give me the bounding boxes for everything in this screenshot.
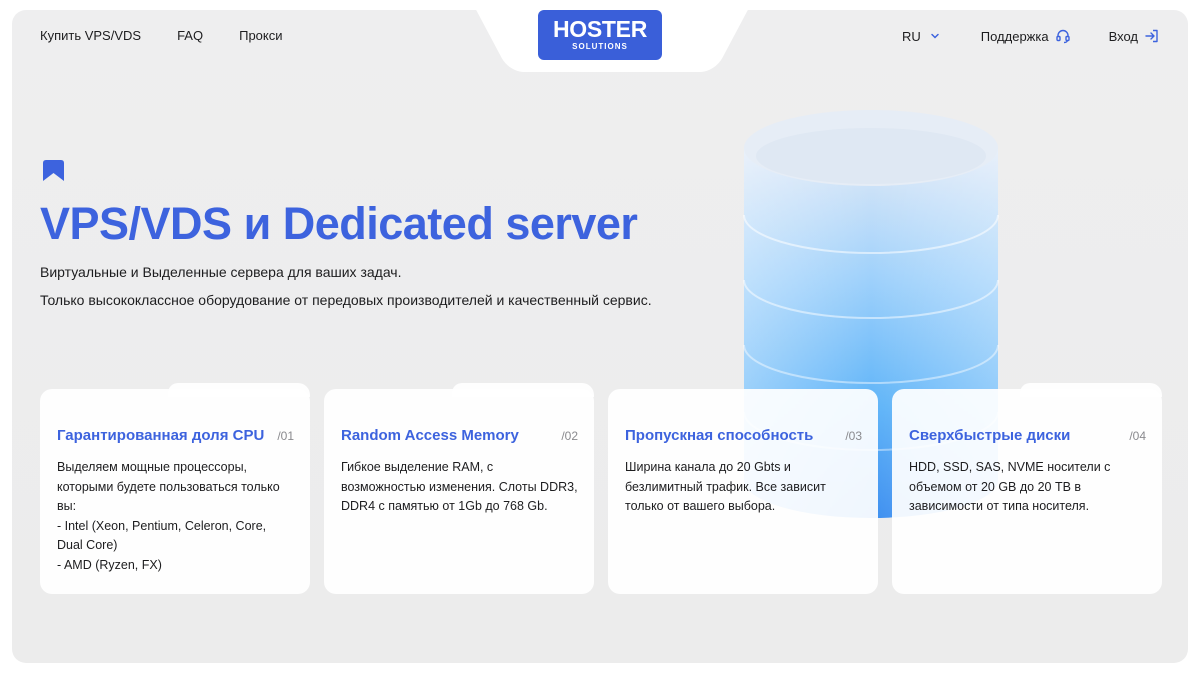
login-icon (1144, 28, 1160, 44)
feature-card-disks: Сверхбыстрые диски /04 HDD, SSD, SAS, NV… (892, 383, 1162, 594)
card-line: HDD, SSD, SAS, NVME носители с объемом о… (909, 460, 1111, 513)
hero-subtitle-2: Только высококлассное оборудование от пе… (40, 292, 652, 308)
card-number: /03 (845, 429, 862, 443)
card-number: /04 (1129, 429, 1146, 443)
card-line: Ширина канала до 20 Gbts и безлимитный т… (625, 460, 826, 513)
logo-text: HOSTER (552, 16, 648, 42)
support-link[interactable]: Поддержка (981, 28, 1071, 44)
card-title: Пропускная способность (625, 427, 814, 444)
card-title: Гарантированная доля CPU (57, 427, 265, 444)
bookmark-icon (43, 160, 64, 181)
hero-subtitle-1: Виртуальные и Выделенные сервера для ваш… (40, 264, 402, 280)
language-selector[interactable]: RU (902, 28, 943, 44)
logo[interactable]: HOSTER SOLUTIONS (538, 10, 662, 60)
feature-card-bandwidth: Пропускная способность /03 Ширина канала… (608, 389, 878, 594)
login-label: Вход (1108, 28, 1138, 44)
nav-faq[interactable]: FAQ (177, 28, 203, 43)
chevron-down-icon (927, 28, 943, 44)
card-description: Гибкое выделение RAM, с возможностью изм… (341, 458, 578, 517)
login-link[interactable]: Вход (1109, 28, 1160, 44)
feature-card-cpu: Гарантированная доля CPU /01 Выделяем мо… (40, 383, 310, 594)
card-description: Ширина канала до 20 Gbts и безлимитный т… (625, 458, 862, 517)
main-nav: Купить VPS/VDS FAQ Прокси (40, 28, 283, 43)
card-description: Выделяем мощные процессоры, которыми буд… (57, 458, 294, 575)
card-title: Сверхбыстрые диски (909, 427, 1071, 444)
card-line: - AMD (Ryzen, FX) (57, 557, 162, 572)
card-number: /02 (561, 429, 578, 443)
feature-card-ram: Random Access Memory /02 Гибкое выделени… (324, 383, 594, 594)
page-frame: Купить VPS/VDS FAQ Прокси HOSTER SOLUTIO… (12, 10, 1188, 663)
card-number: /01 (277, 429, 294, 443)
card-description: HDD, SSD, SAS, NVME носители с объемом о… (909, 458, 1146, 517)
card-line: - Intel (Xeon, Pentium, Celeron, Core, D… (57, 518, 267, 553)
header-actions: RU Поддержка Вход (902, 28, 1160, 44)
card-line: Гибкое выделение RAM, с возможностью изм… (341, 460, 578, 513)
hero-title: VPS/VDS и Dedicated server (40, 198, 638, 249)
headset-icon (1055, 28, 1071, 44)
nav-buy-vps[interactable]: Купить VPS/VDS (40, 28, 141, 43)
language-label: RU (901, 28, 921, 44)
support-label: Поддержка (980, 28, 1049, 44)
logo-subtext: SOLUTIONS (566, 42, 634, 52)
card-title: Random Access Memory (341, 427, 519, 444)
card-line: Выделяем мощные процессоры, которыми буд… (57, 460, 280, 513)
feature-cards: Гарантированная доля CPU /01 Выделяем мо… (40, 383, 1162, 594)
nav-proxy[interactable]: Прокси (239, 28, 282, 43)
